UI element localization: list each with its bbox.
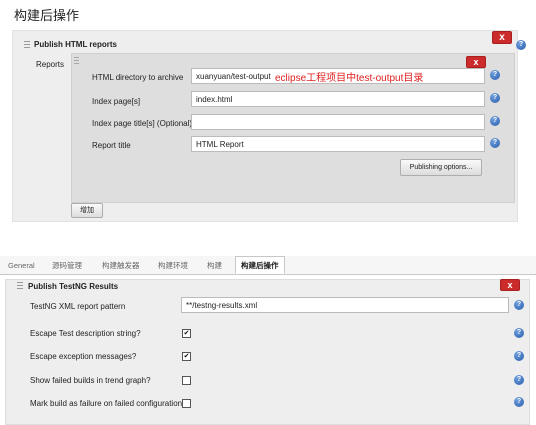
- reports-label: Reports: [36, 60, 65, 69]
- help-icon[interactable]: ?: [490, 93, 500, 103]
- help-icon[interactable]: ?: [514, 397, 524, 407]
- tab-post-build-actions[interactable]: 构建后操作: [235, 256, 285, 274]
- option-label: Escape exception messages?: [30, 352, 137, 361]
- help-icon[interactable]: ?: [490, 70, 500, 80]
- help-icon[interactable]: ?: [514, 328, 524, 338]
- drag-handle-icon[interactable]: [24, 41, 30, 50]
- add-report-button[interactable]: 增加: [71, 203, 103, 218]
- drag-handle-icon[interactable]: [74, 57, 79, 65]
- help-icon[interactable]: ?: [490, 116, 500, 126]
- mark-build-failure-checkbox[interactable]: [182, 399, 191, 408]
- escape-description-checkbox[interactable]: ✔: [182, 329, 191, 338]
- escape-exception-checkbox[interactable]: ✔: [182, 352, 191, 361]
- report-title-input[interactable]: HTML Report: [191, 136, 485, 152]
- publishing-options-button[interactable]: Publishing options...: [400, 159, 482, 176]
- tab-build[interactable]: 构建: [207, 257, 222, 274]
- index-page-titles-input[interactable]: [191, 114, 485, 130]
- section-title: Publish TestNG Results: [28, 282, 119, 291]
- delete-section-button[interactable]: x: [500, 279, 520, 291]
- testng-pattern-label: TestNG XML report pattern: [30, 302, 126, 311]
- option-label: Escape Test description string?: [30, 329, 141, 338]
- index-pages-label: Index page[s]: [92, 97, 141, 106]
- red-annotation: eclipse工程项目中test-output目录: [275, 73, 424, 84]
- html-directory-label: HTML directory to archive: [92, 73, 184, 82]
- drag-handle-icon[interactable]: [17, 282, 23, 291]
- show-failed-builds-checkbox[interactable]: [182, 376, 191, 385]
- page-title: 构建后操作: [14, 8, 80, 23]
- index-pages-input[interactable]: index.html: [191, 91, 485, 107]
- help-icon[interactable]: ?: [490, 138, 500, 148]
- testng-pattern-input[interactable]: **/testng-results.xml: [181, 297, 509, 313]
- tab-build-environment[interactable]: 构建环境: [158, 257, 188, 274]
- help-icon[interactable]: ?: [516, 40, 526, 50]
- option-label: Show failed builds in trend graph?: [30, 376, 151, 385]
- help-icon[interactable]: ?: [514, 300, 524, 310]
- delete-section-button[interactable]: x: [492, 31, 512, 44]
- tab-source-management[interactable]: 源码管理: [52, 257, 82, 274]
- help-icon[interactable]: ?: [514, 375, 524, 385]
- report-title-label: Report title: [92, 141, 131, 150]
- section-title: Publish HTML reports: [34, 40, 117, 49]
- help-icon[interactable]: ?: [514, 351, 524, 361]
- option-label: Mark build as failure on failed configur…: [30, 399, 187, 408]
- index-page-titles-label: Index page title[s] (Optional): [92, 119, 193, 128]
- delete-report-button[interactable]: x: [466, 56, 486, 68]
- tab-build-triggers[interactable]: 构建触发器: [102, 257, 140, 274]
- tab-general[interactable]: General: [8, 257, 35, 274]
